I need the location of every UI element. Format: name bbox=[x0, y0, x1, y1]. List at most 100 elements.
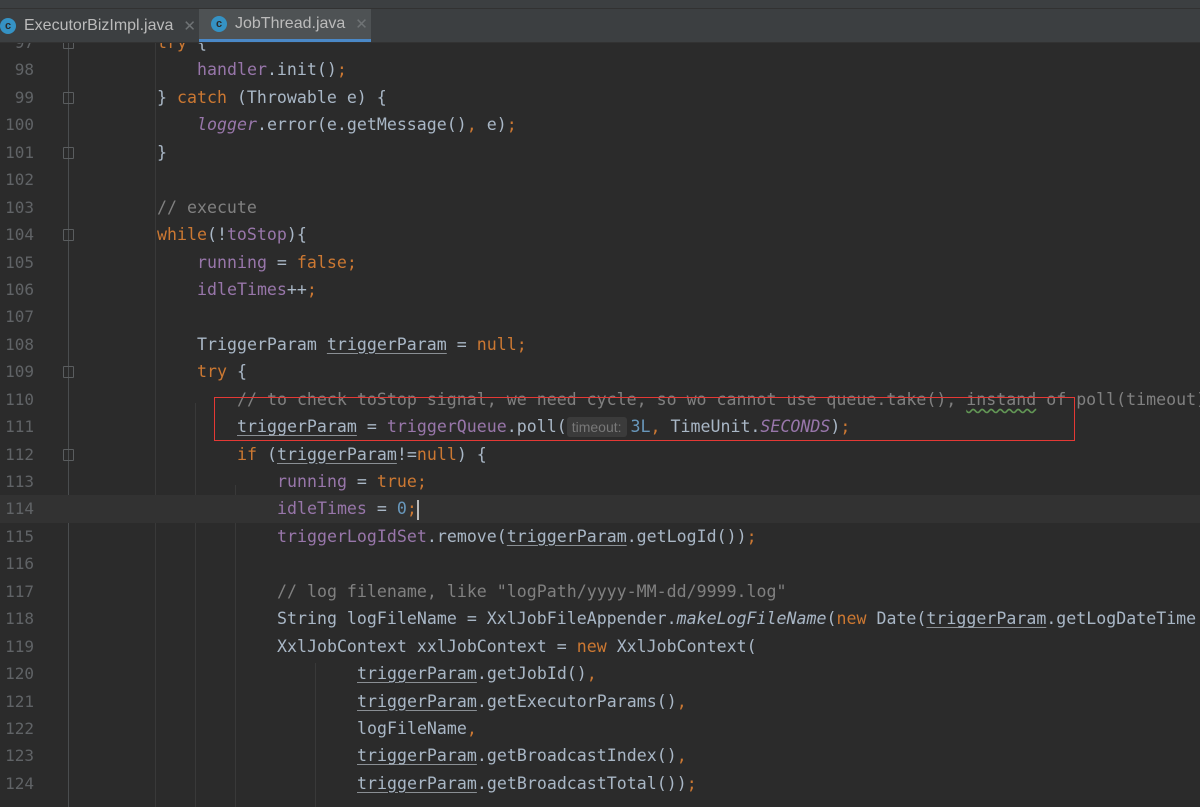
fold-marker-icon[interactable] bbox=[63, 43, 74, 49]
code-token: ) bbox=[830, 417, 841, 437]
code-text: logger.error(e.getMessage(), e); bbox=[157, 111, 517, 138]
fold-marker-icon[interactable] bbox=[63, 229, 74, 242]
code-token: ; bbox=[416, 472, 427, 491]
code-line[interactable]: 122 logFileName, bbox=[0, 715, 1200, 742]
code-editor[interactable]: 97try {98handler.init(); 99 } catch (Throw… bbox=[0, 43, 1200, 807]
code-line[interactable]: 102 bbox=[0, 166, 1200, 193]
code-token: ; bbox=[840, 417, 851, 437]
code-token: TriggerParam bbox=[197, 334, 327, 354]
tab-jobthread[interactable]: c JobThread.java ✕ bbox=[199, 9, 371, 42]
close-icon[interactable]: ✕ bbox=[183, 17, 196, 35]
code-line[interactable]: 97 try { bbox=[0, 43, 1200, 56]
code-token: XxlJobContext xxlJobContext = bbox=[277, 636, 577, 656]
code-token: false bbox=[296, 252, 347, 272]
fold-marker-icon[interactable] bbox=[63, 448, 74, 461]
code-text: running = true; bbox=[157, 468, 427, 495]
code-token: ( bbox=[826, 609, 837, 629]
code-token: ++ bbox=[286, 279, 307, 299]
code-line[interactable]: 107 bbox=[0, 303, 1200, 330]
code-token: triggerParam bbox=[357, 664, 477, 684]
line-number: 114 bbox=[5, 499, 34, 519]
code-line[interactable]: 121 triggerParam.getExecutorParams(), bbox=[0, 688, 1200, 715]
fold-marker-icon[interactable] bbox=[63, 366, 74, 379]
code-token: (Throwable e) { bbox=[226, 87, 387, 107]
code-line[interactable]: 112 if (triggerParam!=null) { bbox=[0, 441, 1200, 468]
code-text: triggerParam.getBroadcastTotal()); bbox=[157, 770, 697, 797]
code-line[interactable]: 105 running = false; bbox=[0, 249, 1200, 276]
code-text: } catch (Throwable e) { bbox=[157, 84, 387, 111]
code-text: if (triggerParam!=null) { bbox=[157, 441, 487, 468]
line-number: 101 bbox=[5, 142, 34, 162]
code-token: logFileName bbox=[357, 718, 467, 738]
code-token: ; bbox=[746, 526, 757, 546]
code-token: .getExecutorParams() bbox=[476, 691, 677, 711]
code-token: try bbox=[197, 362, 227, 382]
line-number: 117 bbox=[5, 581, 34, 601]
code-token: ; bbox=[686, 773, 697, 793]
close-icon[interactable]: ✕ bbox=[355, 15, 368, 33]
line-number: 99 bbox=[14, 87, 34, 107]
code-line[interactable]: 100 logger.error(e.getMessage(), e); bbox=[0, 111, 1200, 138]
code-line[interactable]: 101} bbox=[0, 139, 1200, 166]
code-token: = bbox=[356, 417, 387, 437]
code-token: .error(e.getMessage() bbox=[256, 115, 467, 135]
line-number: 106 bbox=[5, 279, 34, 299]
code-line[interactable]: 123 triggerParam.getBroadcastIndex(), bbox=[0, 742, 1200, 769]
code-text: triggerParam.getJobId(), bbox=[157, 660, 597, 687]
code-line[interactable]: 113 running = true; bbox=[0, 468, 1200, 495]
code-token: running bbox=[277, 472, 347, 491]
code-token: triggerParam bbox=[506, 526, 627, 546]
fold-marker-icon[interactable] bbox=[63, 91, 74, 104]
line-number: 111 bbox=[5, 417, 34, 437]
code-token: makeLogFileName bbox=[676, 609, 827, 629]
code-token: idleTimes bbox=[277, 499, 367, 519]
code-line[interactable]: 108 TriggerParam triggerParam = null; bbox=[0, 331, 1200, 358]
code-token: , bbox=[466, 718, 477, 738]
code-line[interactable]: 119 XxlJobContext xxlJobContext = new Xxl… bbox=[0, 633, 1200, 660]
code-token: = bbox=[446, 334, 477, 354]
code-token: ; bbox=[346, 252, 357, 272]
code-token: triggerParam bbox=[357, 773, 477, 793]
code-text: String logFileName = XxlJobFileAppender.… bbox=[157, 605, 1196, 632]
code-token: SECONDS bbox=[760, 417, 831, 437]
code-text: logFileName, bbox=[157, 715, 477, 742]
editor-tab-bar: c ExecutorBizImpl.java ✕ c JobThread.jav… bbox=[0, 9, 1200, 43]
code-text: triggerLogIdSet.remove(triggerParam.getL… bbox=[157, 523, 757, 550]
code-token: = bbox=[346, 472, 377, 491]
line-number: 123 bbox=[5, 746, 34, 766]
fold-marker-icon[interactable] bbox=[63, 146, 74, 159]
code-token: new bbox=[576, 636, 607, 656]
code-line[interactable]: 124 triggerParam.getBroadcastTotal()); bbox=[0, 770, 1200, 797]
code-text: triggerParam.getBroadcastIndex(), bbox=[157, 742, 687, 769]
line-number: 113 bbox=[5, 472, 34, 491]
code-token: null bbox=[476, 334, 517, 354]
code-line[interactable]: 110 // to check toStop signal, we need cy… bbox=[0, 386, 1200, 413]
code-token: triggerParam bbox=[357, 691, 477, 711]
line-number: 115 bbox=[5, 526, 34, 546]
code-line[interactable]: 103 // execute bbox=[0, 194, 1200, 221]
code-token: .init() bbox=[266, 60, 337, 80]
code-text: while(!toStop){ bbox=[157, 221, 307, 248]
code-token: XxlJobContext( bbox=[606, 636, 757, 656]
code-line[interactable]: 120 triggerParam.getJobId(), bbox=[0, 660, 1200, 687]
code-text: // to check toStop signal, we need cycle… bbox=[157, 386, 1200, 413]
code-line[interactable]: 116 bbox=[0, 550, 1200, 577]
code-line[interactable]: 98 handler.init(); bbox=[0, 56, 1200, 83]
code-token: .remove( bbox=[426, 526, 507, 546]
code-token: // log filename, like "logPath/yyyy-MM-d… bbox=[277, 581, 787, 601]
code-line[interactable]: 117 // log filename, like "logPath/yyyy-M… bbox=[0, 578, 1200, 605]
code-line[interactable]: 114 idleTimes = 0; bbox=[0, 495, 1200, 523]
code-line[interactable]: 109 try { bbox=[0, 358, 1200, 385]
code-token: , bbox=[676, 746, 687, 766]
text-cursor bbox=[416, 499, 419, 520]
code-line[interactable]: 106 idleTimes++; bbox=[0, 276, 1200, 303]
line-number: 102 bbox=[5, 170, 34, 190]
code-token: .getJobId() bbox=[476, 664, 587, 684]
code-line[interactable]: 111 triggerParam = triggerQueue.poll(time… bbox=[0, 413, 1200, 440]
code-line[interactable]: 118 String logFileName = XxlJobFileAppend… bbox=[0, 605, 1200, 632]
code-line[interactable]: 115 triggerLogIdSet.remove(triggerParam.g… bbox=[0, 523, 1200, 550]
code-token: , bbox=[586, 664, 597, 684]
tab-executorbizimpl[interactable]: c ExecutorBizImpl.java ✕ bbox=[0, 9, 196, 42]
code-line[interactable]: 104 while(!toStop){ bbox=[0, 221, 1200, 248]
code-line[interactable]: 99 } catch (Throwable e) { bbox=[0, 84, 1200, 111]
